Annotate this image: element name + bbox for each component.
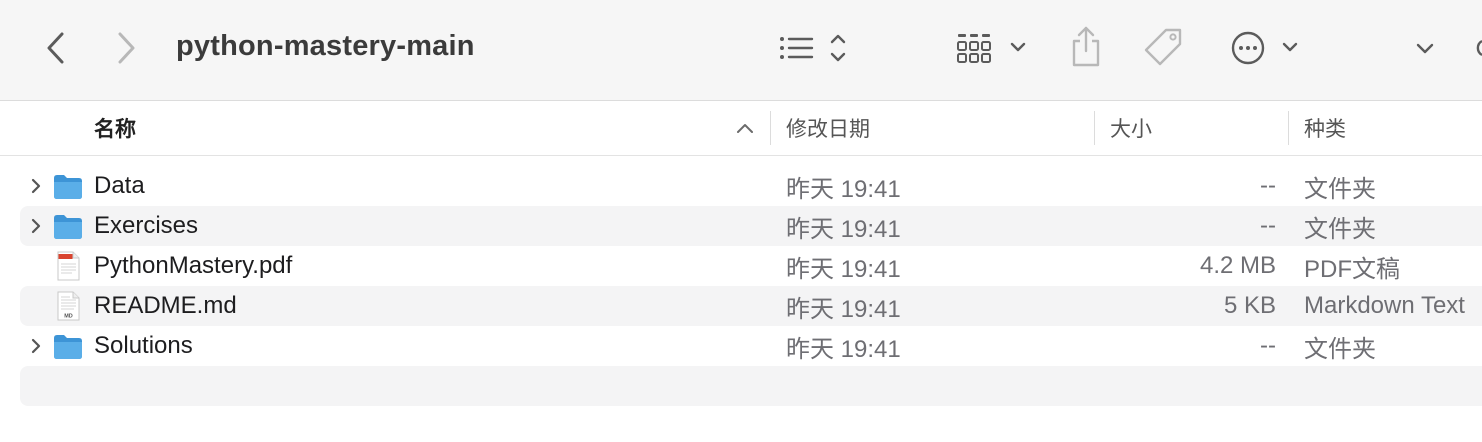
finder-window: python-mastery-main 名称 修改日期 大小 种类 Data 昨… — [0, 0, 1482, 442]
toolbar-overflow-button[interactable] — [1410, 34, 1440, 64]
file-size: 5 KB — [1223, 292, 1276, 319]
more-actions-button[interactable] — [1226, 28, 1306, 68]
folder-icon — [54, 175, 82, 199]
file-size: -- — [1260, 332, 1276, 359]
column-date-header[interactable]: 修改日期 — [786, 101, 1094, 155]
file-size: 4.2 MB — [1199, 252, 1276, 279]
file-date: 昨天 19:41 — [786, 295, 901, 323]
file-date: 昨天 19:41 — [786, 215, 901, 243]
chevron-down-icon — [1416, 43, 1434, 54]
chevron-left-icon — [47, 32, 64, 64]
file-name: README.md — [94, 292, 237, 319]
clipped-toolbar-edge — [1472, 38, 1482, 58]
file-size: -- — [1260, 172, 1276, 199]
file-kind: PDF文稿 — [1304, 255, 1400, 283]
file-kind: Markdown Text — [1304, 292, 1465, 319]
ellipsis-circle-icon — [1231, 31, 1298, 65]
folder-icon — [54, 335, 82, 359]
file-name: Data — [94, 172, 145, 199]
toolbar: python-mastery-main — [0, 0, 1482, 101]
file-row[interactable]: MD README.md 昨天 19:41 5 KB Markdown Text — [20, 286, 1482, 326]
column-divider[interactable] — [1094, 111, 1095, 145]
disclosure-triangle-icon[interactable] — [26, 336, 46, 356]
column-divider[interactable] — [770, 111, 771, 145]
file-row[interactable]: PythonMastery.pdf 昨天 19:41 4.2 MB PDF文稿 — [20, 246, 1482, 286]
column-size-header[interactable]: 大小 — [1110, 101, 1288, 155]
file-date: 昨天 19:41 — [786, 255, 901, 283]
window-title: python-mastery-main — [176, 30, 475, 62]
file-kind: 文件夹 — [1304, 335, 1376, 363]
grid-view-icon — [957, 34, 1026, 63]
markdown-file-icon: MD — [57, 291, 80, 321]
list-view-icon — [780, 34, 846, 62]
sort-ascending-icon[interactable] — [734, 118, 756, 138]
forward-button[interactable] — [106, 26, 146, 70]
disclosure-triangle-icon[interactable] — [26, 176, 46, 196]
column-name-header[interactable]: 名称 — [94, 101, 770, 155]
share-button[interactable] — [1064, 22, 1108, 72]
file-size: -- — [1260, 212, 1276, 239]
file-row[interactable]: Exercises 昨天 19:41 -- 文件夹 — [20, 206, 1482, 246]
empty-row — [20, 366, 1482, 406]
list-view-button[interactable] — [774, 28, 854, 68]
tag-icon — [1144, 28, 1182, 66]
share-icon — [1072, 26, 1100, 67]
chevron-right-icon — [118, 32, 135, 64]
file-row[interactable]: Solutions 昨天 19:41 -- 文件夹 — [20, 326, 1482, 366]
file-name: Solutions — [94, 332, 193, 359]
back-button[interactable] — [36, 26, 76, 70]
svg-text:MD: MD — [64, 314, 73, 320]
file-kind: 文件夹 — [1304, 215, 1376, 243]
file-name: Exercises — [94, 212, 199, 239]
column-kind-header[interactable]: 种类 — [1304, 101, 1482, 155]
column-divider[interactable] — [1288, 111, 1289, 145]
file-date: 昨天 19:41 — [786, 335, 901, 363]
file-date: 昨天 19:41 — [786, 175, 901, 203]
tag-button[interactable] — [1140, 24, 1188, 72]
pdf-file-icon — [57, 251, 80, 281]
disclosure-triangle-icon[interactable] — [26, 216, 46, 236]
group-view-button[interactable] — [952, 28, 1032, 68]
folder-icon — [54, 215, 82, 239]
file-name: PythonMastery.pdf — [94, 252, 293, 279]
file-kind: 文件夹 — [1304, 175, 1376, 203]
file-row[interactable]: Data 昨天 19:41 -- 文件夹 — [20, 166, 1482, 206]
